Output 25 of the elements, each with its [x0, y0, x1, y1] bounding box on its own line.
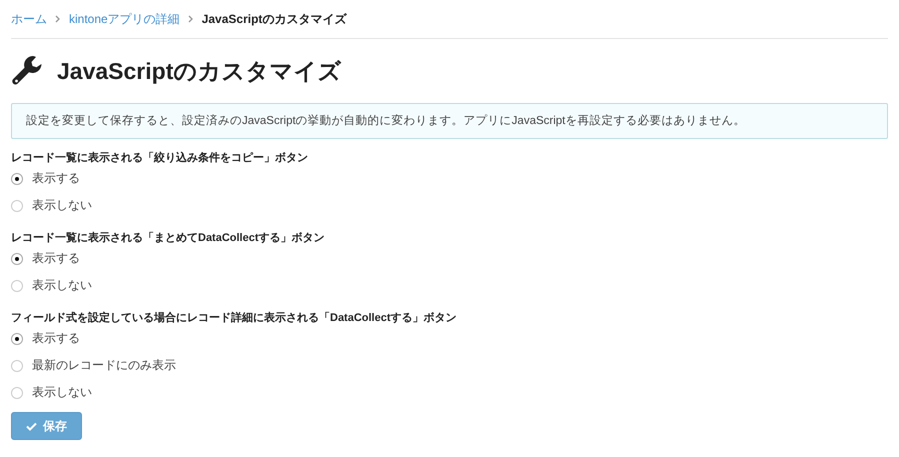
option-label[interactable]: 表示する	[32, 250, 80, 267]
radio-button[interactable]	[11, 172, 23, 184]
option-label[interactable]: 表示しない	[32, 197, 92, 214]
setting-label: レコード一覧に表示される「絞り込み条件をコピー」ボタン	[11, 151, 309, 165]
check-icon	[26, 422, 37, 430]
info-message: 設定を変更して保存すると、設定済みのJavaScriptの挙動が自動的に変わります。アプリにJavaScriptを再設定する必要はありません。	[11, 103, 888, 139]
radio-button[interactable]	[11, 332, 23, 344]
page-title: JavaScriptのカスタマイズ	[57, 56, 342, 86]
setting-label: フィールド式を設定している場合にレコード詳細に表示される「DataCollectする」ボタン	[11, 311, 458, 325]
option-label[interactable]: 表示する	[32, 330, 80, 347]
option-label[interactable]: 表示する	[32, 170, 80, 187]
radio-button[interactable]	[11, 200, 23, 212]
chevron-icon	[188, 15, 194, 23]
radio-button[interactable]	[11, 360, 23, 372]
setting-label: レコード一覧に表示される「まとめてDataCollectする」ボタン	[11, 231, 326, 245]
radio-button[interactable]	[11, 252, 23, 264]
option-label[interactable]: 最新のレコードにのみ表示	[32, 357, 176, 374]
breadcrumb-link[interactable]: ホーム	[11, 10, 47, 28]
breadcrumb-link[interactable]: kintoneアプリの詳細	[69, 10, 180, 28]
radio-button[interactable]	[11, 386, 23, 398]
option-label[interactable]: 表示しない	[32, 277, 92, 294]
radio-button[interactable]	[11, 280, 23, 292]
option-label[interactable]: 表示しない	[32, 384, 92, 401]
breadcrumb-current: JavaScriptのカスタマイズ	[202, 10, 346, 28]
chevron-icon	[55, 15, 61, 23]
